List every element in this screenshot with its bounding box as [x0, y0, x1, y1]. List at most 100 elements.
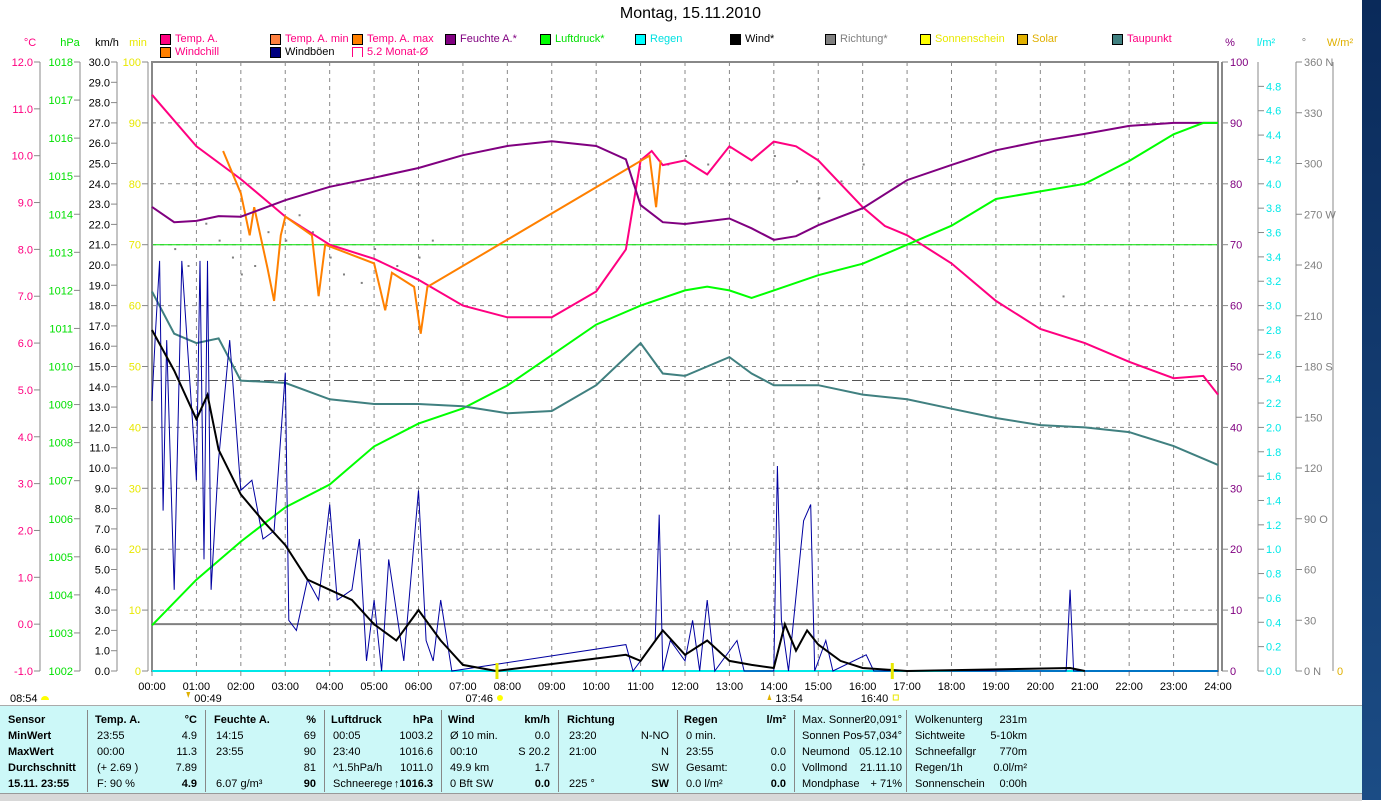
- misc-value: 231m: [999, 714, 1027, 726]
- column-unit: l/m²: [766, 714, 786, 726]
- pressure-tick-label: 1009: [49, 400, 73, 412]
- temp-tick-label: 7.0: [18, 291, 33, 303]
- wind-tick-label: 2.0: [95, 625, 110, 637]
- legend-swatch: [730, 33, 741, 45]
- wind-tick-label: 11.0: [89, 443, 110, 455]
- pressure-tick-label: 1006: [49, 514, 73, 526]
- misc-column: Wolkenunterg 231m Sichtweite 5-10km Schneefa…: [907, 710, 1027, 792]
- humidity-tick-label: 10: [1230, 605, 1242, 617]
- time-tick-label: 11:00: [627, 681, 654, 693]
- direction-point: [707, 163, 710, 166]
- sunshine-tick-label: 50: [129, 362, 141, 374]
- direction-point: [685, 155, 687, 158]
- rain-tick-label: 4.4: [1266, 130, 1281, 142]
- pressure-tick-label: 1002: [49, 666, 73, 678]
- stats-panel: Sensor MinWert MaxWert Durchschnitt 15.11. 2…: [0, 705, 1362, 794]
- rain-tick-label: 1.4: [1266, 495, 1281, 507]
- legend-item: Taupunkt: [1112, 33, 1172, 45]
- sensor-row-label: 15.11. 23:55: [8, 778, 70, 790]
- pressure-tick-label: 1013: [49, 247, 73, 259]
- solar-axis-unit: W/m²: [1327, 37, 1354, 49]
- direction-point: [240, 273, 243, 276]
- legend-label: Temp. A. min: [285, 33, 349, 45]
- direction-point: [174, 248, 177, 251]
- cell-label: (+ 2.69 ): [97, 762, 139, 774]
- direction-axis-unit: °: [1302, 37, 1306, 49]
- rain-tick-label: 4.2: [1266, 154, 1281, 166]
- direction-tick-label: 360 N: [1304, 57, 1333, 69]
- legend-swatch: [352, 33, 363, 45]
- pressure-axis-unit: hPa: [60, 37, 80, 49]
- cell-label: 0 Bft SW: [450, 778, 494, 790]
- legend-label: Luftdruck*: [555, 33, 605, 45]
- pressure-tick-label: 1004: [49, 590, 73, 602]
- direction-point: [431, 239, 434, 242]
- sensor-row-label: Durchschnitt: [8, 762, 76, 774]
- pressure-tick-label: 1007: [49, 476, 73, 488]
- time-tick-label: 22:00: [1115, 681, 1143, 693]
- sunset-icon: [892, 694, 899, 701]
- legend-label: Sonnenschein: [935, 33, 1005, 45]
- wind-tick-label: 17.0: [89, 321, 110, 333]
- wind-tick-label: 26.0: [89, 138, 110, 150]
- time-tick-label: 24:00: [1204, 681, 1232, 693]
- column-luftdruck: Luftdruck hPa 00:05 1003.2 23:40 1016.6 ^1.5hP…: [324, 710, 442, 792]
- legend-swatch: [920, 33, 931, 45]
- cell-label: 0 min.: [686, 730, 716, 742]
- cell-value: ↑1016.3: [393, 778, 433, 790]
- pressure-tick-label: 1011: [49, 323, 73, 335]
- wind-tick-label: 13.0: [89, 402, 110, 414]
- cell-value: 0.0: [770, 746, 786, 758]
- column-header: Temp. A.: [95, 714, 141, 726]
- direction-point: [342, 273, 345, 276]
- wind-tick-label: 14.0: [89, 382, 110, 394]
- cell-value: 0.0: [770, 762, 786, 774]
- astro-label: Neumond: [802, 746, 850, 758]
- temp-tick-label: 4.0: [18, 432, 33, 444]
- cell-label: 23:40: [333, 746, 361, 758]
- time-tick-label: 14:00: [760, 681, 788, 693]
- chart-title: Montag, 15.11.2010: [619, 5, 762, 22]
- time-tick-label: 05:00: [360, 681, 388, 693]
- legend-label: Solar: [1032, 33, 1058, 45]
- legend-item: 5.2 Monat-Ø: [352, 46, 428, 58]
- rain-tick-label: 3.0: [1266, 301, 1281, 313]
- legend-label: Feuchte A.*: [460, 33, 517, 45]
- rain-tick-label: 2.6: [1266, 349, 1281, 361]
- astro-label: Vollmond: [802, 762, 848, 774]
- legend-item: Wind*: [730, 33, 774, 45]
- direction-tick-label: 120: [1304, 463, 1322, 475]
- misc-label: Sonnenschein: [915, 778, 985, 790]
- legend-label: Temp. A.: [175, 33, 218, 45]
- legend-swatch: [445, 33, 456, 45]
- pressure-tick-label: 1003: [49, 628, 73, 640]
- cell-value: 1011.0: [400, 762, 433, 774]
- cell-label: Gesamt:: [686, 762, 728, 774]
- time-tick-label: 09:00: [538, 681, 566, 693]
- cell-value: 0.0: [534, 778, 550, 790]
- legend-swatch: [1017, 33, 1028, 45]
- legend-swatch: [635, 33, 646, 45]
- direction-point: [205, 222, 208, 225]
- legend-swatch: [160, 33, 171, 45]
- cell-value: SW: [651, 778, 669, 790]
- wind-tick-label: 5.0: [95, 565, 110, 577]
- direction-tick-label: 150: [1304, 412, 1322, 424]
- astro-label: Sonnen Pos: [802, 730, 862, 742]
- time-tick-label: 23:00: [1160, 681, 1188, 693]
- legend-item: Richtung*: [825, 33, 888, 45]
- misc-label: Regen/1h: [915, 762, 963, 774]
- cell-value: 1.7: [534, 762, 550, 774]
- misc-label: Wolkenunterg: [915, 714, 983, 726]
- misc-label: Sichtweite: [915, 730, 966, 742]
- direction-point: [231, 256, 234, 259]
- cell-label: 00:05: [333, 730, 361, 742]
- direction-point: [773, 155, 776, 158]
- wind-tick-label: 27.0: [89, 118, 110, 130]
- time-tick-label: 07:00: [449, 681, 477, 693]
- wind-tick-label: 21.0: [89, 240, 110, 252]
- cell-value: 1016.6: [399, 746, 433, 758]
- cell-label: 225 °: [569, 778, 595, 790]
- sunshine-axis-unit: min: [129, 37, 147, 49]
- cell-label: 49.9 km: [450, 762, 490, 774]
